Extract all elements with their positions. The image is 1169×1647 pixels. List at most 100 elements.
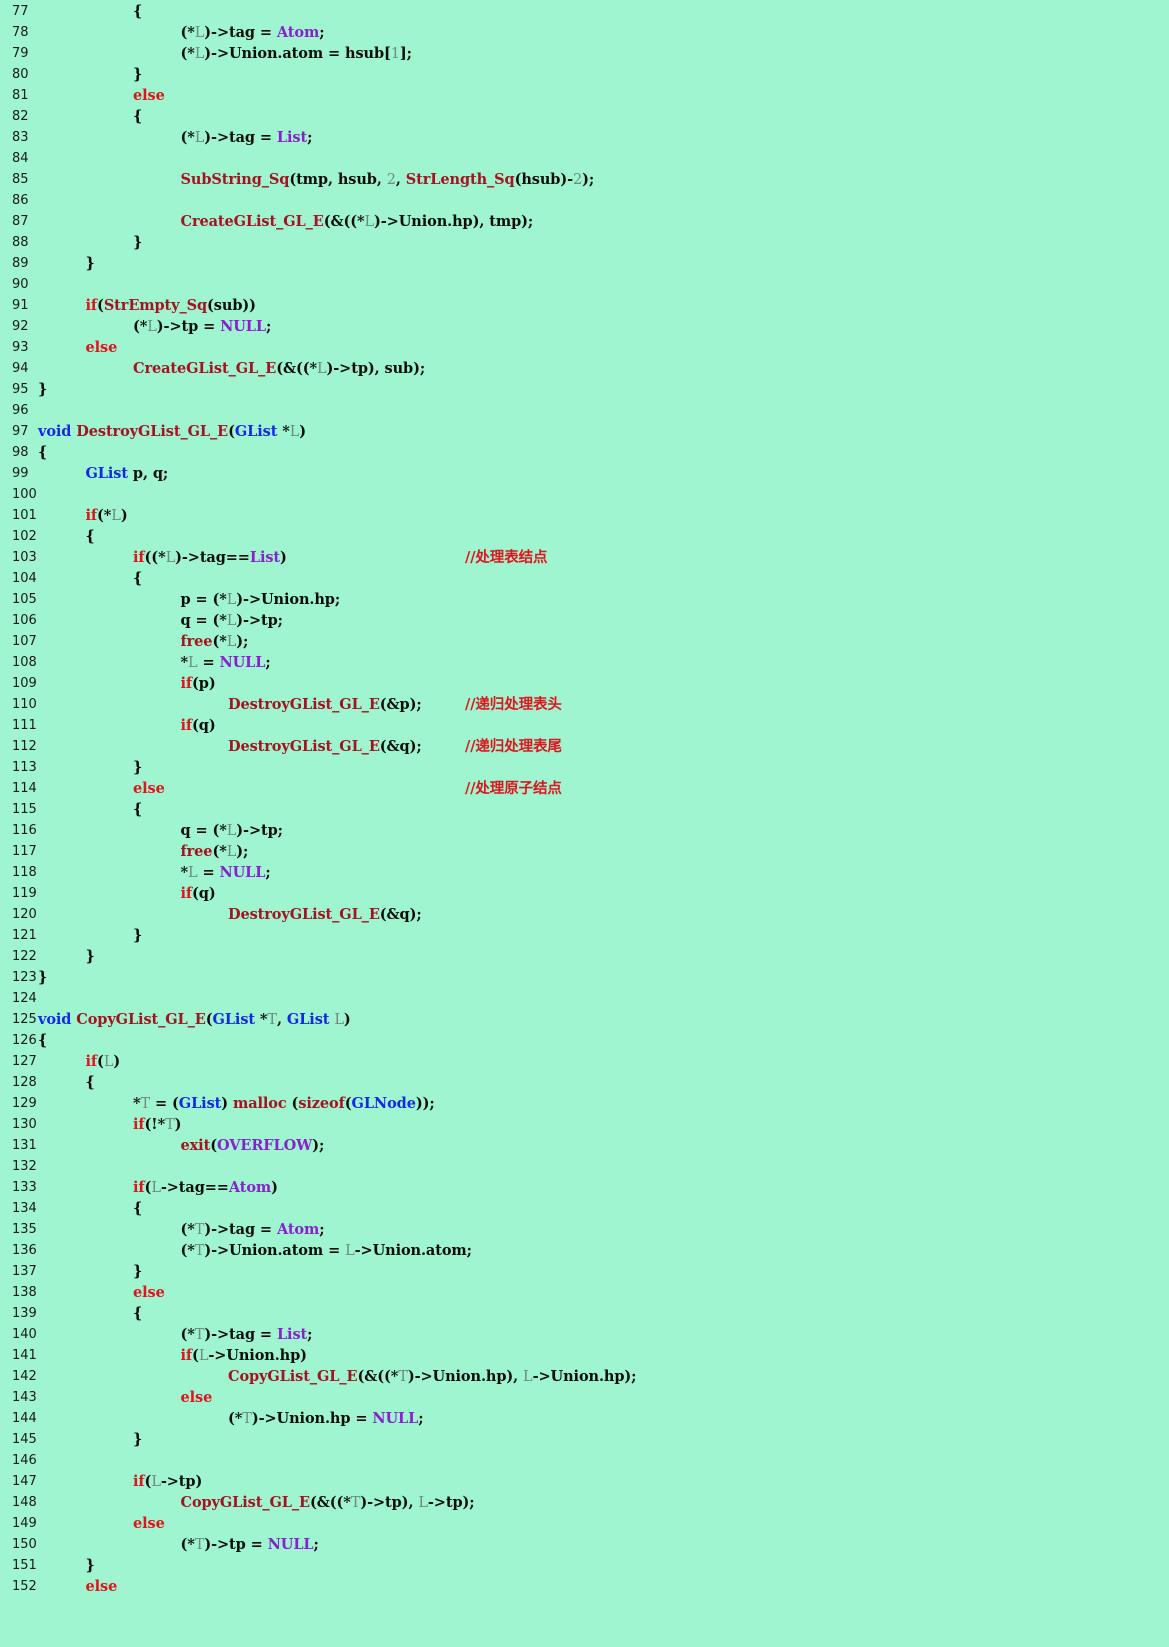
line-number: 93	[12, 340, 29, 355]
code-token: ;	[265, 318, 272, 335]
code-text: *T = (GList) malloc (sizeof(GLNode));	[133, 1093, 435, 1115]
line-number: 87	[12, 214, 29, 229]
code-token: (p)	[192, 675, 216, 692]
code-token: )	[113, 1053, 121, 1070]
code-text: DestroyGList_GL_E(&q);	[228, 904, 422, 925]
code-text: {	[86, 526, 95, 547]
code-token: T	[140, 1096, 151, 1112]
line-number: 82	[12, 109, 29, 124]
code-line: 134 {	[0, 1198, 1169, 1219]
line-number: 92	[12, 319, 29, 334]
line-number: 145	[12, 1432, 37, 1447]
code-token: ;	[265, 864, 271, 881]
line-number: 108	[12, 655, 37, 670]
code-comment: //处理原子结点	[465, 780, 562, 797]
code-token: T	[242, 1411, 252, 1427]
code-text: (*T)->tp = NULL;	[181, 1534, 319, 1556]
code-text: }	[133, 1429, 142, 1450]
line-number: 107	[12, 634, 37, 649]
code-token: {	[133, 3, 143, 20]
code-token: (&((*	[309, 1494, 351, 1511]
code-text: free(*L);	[181, 631, 249, 653]
line-number: 138	[12, 1285, 37, 1300]
code-token: = (	[150, 1095, 179, 1112]
code-token: (*	[212, 633, 227, 650]
code-token: ->Union.hp);	[532, 1368, 637, 1385]
code-token: else	[133, 1515, 165, 1532]
code-token: L	[187, 865, 198, 881]
code-text: GList p, q;	[86, 463, 169, 484]
code-token: *	[180, 864, 189, 881]
code-token: p = (*	[180, 591, 227, 608]
code-token: L	[226, 592, 237, 608]
code-token: L	[194, 46, 205, 62]
code-line: 82 {	[0, 106, 1169, 127]
code-token: (sub))	[207, 297, 256, 314]
code-line: 112 DestroyGList_GL_E(&q); //递归处理表尾	[0, 736, 1169, 757]
code-token: ;	[313, 1536, 319, 1553]
code-token: {	[133, 108, 143, 125]
line-number: 144	[12, 1411, 37, 1426]
line-number: 146	[12, 1453, 37, 1468]
line-number: 115	[12, 802, 37, 817]
code-token: }	[85, 1557, 95, 1574]
code-token: L	[103, 1054, 114, 1070]
code-token: (	[228, 423, 235, 440]
code-token: Atom	[228, 1179, 272, 1196]
code-token: L	[198, 1348, 209, 1364]
code-token: (&q);	[379, 738, 422, 755]
code-token: exit	[180, 1137, 211, 1154]
code-token: ;	[319, 24, 325, 41]
code-token: ->tag==	[160, 1179, 229, 1196]
code-text: exit(OVERFLOW);	[181, 1135, 325, 1156]
code-text: (*T)->tag = List;	[181, 1324, 313, 1346]
code-token: 2	[573, 172, 583, 188]
code-token: (*	[180, 1242, 195, 1259]
code-token: NULL	[219, 654, 266, 671]
line-number: 111	[12, 718, 37, 733]
code-line: 83 (*L)->tag = List;	[0, 127, 1169, 148]
code-token: else	[133, 780, 165, 797]
code-token: if	[180, 717, 193, 734]
line-number: 116	[12, 823, 37, 838]
code-token: (*	[212, 843, 227, 860]
code-line: 101 if(*L)	[0, 505, 1169, 526]
code-text: if((*L)->tag==List)	[133, 547, 287, 569]
code-line: 92 (*L)->tp = NULL;	[0, 316, 1169, 337]
line-number: 104	[12, 571, 37, 586]
code-text: }	[38, 379, 47, 400]
line-number: 105	[12, 592, 37, 607]
code-token: CopyGList_GL_E	[228, 1368, 358, 1385]
code-text: {	[133, 799, 142, 820]
code-text: if(!*T)	[133, 1114, 182, 1136]
code-line: 79 (*L)->Union.atom = hsub[1];	[0, 43, 1169, 64]
code-token: ;	[265, 654, 271, 671]
code-token: OVERFLOW	[216, 1137, 313, 1154]
line-number: 100	[12, 487, 37, 502]
code-line: 88}	[0, 232, 1169, 253]
code-token: CreateGList_GL_E	[133, 360, 277, 377]
code-line: 147 if(L->tp)	[0, 1471, 1169, 1492]
code-line: 128 {	[0, 1072, 1169, 1093]
code-line: 104 {	[0, 568, 1169, 589]
line-number: 77	[12, 4, 29, 19]
code-token: )	[299, 423, 307, 440]
code-token: )->tp =	[204, 1536, 268, 1553]
code-line: 100	[0, 484, 1169, 505]
line-number: 90	[12, 277, 29, 292]
code-line: 131 exit(OVERFLOW);	[0, 1135, 1169, 1156]
code-token: L	[345, 1243, 355, 1259]
code-token: ->Union.hp)	[208, 1347, 307, 1364]
code-line: 126{	[0, 1030, 1169, 1051]
code-token: )	[271, 1179, 278, 1196]
code-token: (*	[180, 1326, 195, 1343]
code-token: )->tp;	[236, 822, 283, 839]
code-token: }	[133, 234, 143, 251]
code-token: DestroyGList_GL_E	[228, 738, 380, 755]
code-text: {	[133, 1198, 142, 1219]
code-token: List	[276, 129, 308, 146]
code-text: CopyGList_GL_E(&((*T)->tp), L->tp);	[181, 1492, 475, 1514]
code-token: L	[147, 319, 157, 335]
code-line: 90	[0, 274, 1169, 295]
code-line: 115 {	[0, 799, 1169, 820]
